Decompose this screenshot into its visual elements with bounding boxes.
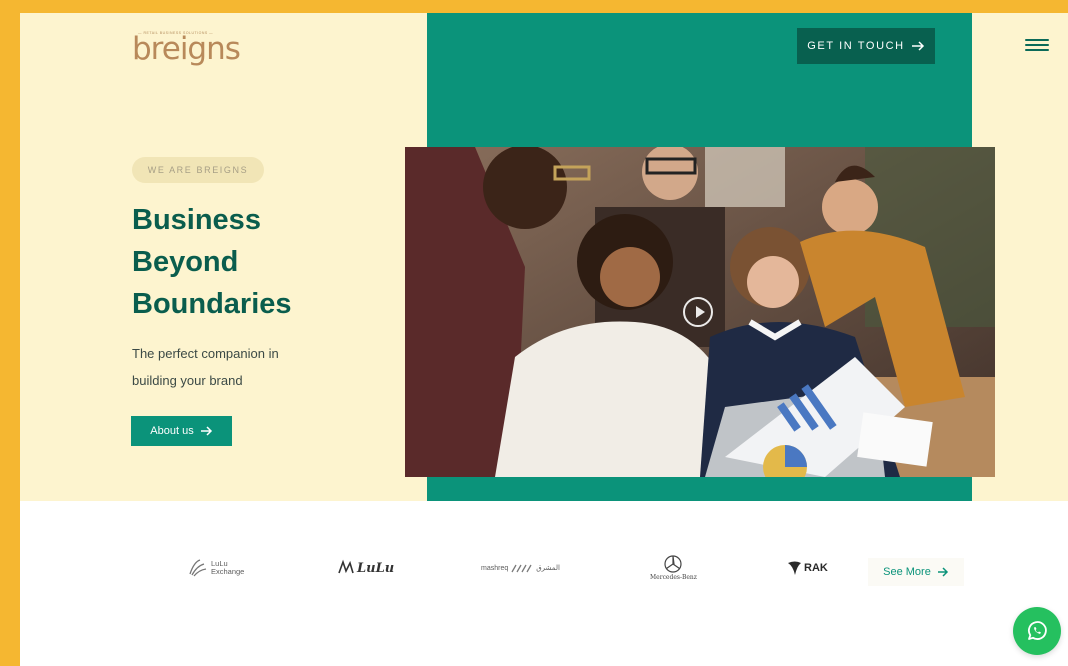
rak-logo-icon	[788, 561, 801, 575]
whatsapp-glyph-icon	[1028, 621, 1047, 640]
about-us-button[interactable]: About us	[131, 416, 232, 446]
see-more-label: See More	[883, 566, 931, 578]
get-in-touch-label: GET IN TOUCH	[807, 40, 905, 52]
lulu-logo-text: LuLu	[357, 560, 395, 576]
headline-line-1: Business	[132, 204, 261, 236]
headline-line-3: Boundaries	[132, 288, 292, 320]
mashreq-logo-text: mashreq	[481, 564, 509, 572]
rak-logo-text: RAK	[804, 562, 828, 574]
eyebrow-text: WE ARE BREIGNS	[147, 165, 249, 175]
arrow-right-icon	[200, 426, 212, 436]
get-in-touch-button[interactable]: GET IN TOUCH	[797, 28, 935, 64]
page: — RETAIL BUSINESS SOLUTIONS — breigns GE…	[20, 13, 1068, 666]
about-us-label: About us	[150, 425, 194, 437]
headline-line-2: Beyond	[132, 246, 239, 278]
arrow-right-icon	[911, 41, 924, 51]
partner-logo-lulu[interactable]: LuLu	[337, 548, 394, 588]
mashreq-logo-icon	[511, 564, 532, 573]
lulu-exchange-line2: Exchange	[211, 567, 245, 576]
hamburger-menu-icon[interactable]	[1025, 39, 1051, 53]
partner-logo-mashreq[interactable]: mashreq المشرق	[481, 548, 560, 588]
hero-section: — RETAIL BUSINESS SOLUTIONS — breigns GE…	[20, 13, 1068, 501]
partner-logo-lulu-exchange[interactable]: LuLu Exchange	[188, 548, 244, 588]
subtext-line-2: building your brand	[132, 373, 243, 388]
eyebrow-badge: WE ARE BREIGNS	[132, 157, 264, 183]
whatsapp-icon[interactable]	[1013, 607, 1061, 655]
partner-logo-mercedes-benz[interactable]: Mercedes-Benz	[650, 548, 697, 588]
arrow-right-icon	[937, 567, 948, 577]
see-more-button[interactable]: See More	[868, 558, 964, 586]
partner-logo-rak[interactable]: RAK	[787, 548, 828, 588]
subtext-line-1: The perfect companion in	[132, 346, 279, 361]
mercedes-logo-text: Mercedes-Benz	[650, 574, 697, 581]
hero-headline: Business Beyond Boundaries	[132, 199, 392, 325]
mercedes-star-icon	[664, 555, 683, 573]
lulu-exchange-logo-icon	[189, 559, 207, 577]
logo-wordmark: breigns	[132, 31, 241, 67]
lulu-logo-icon	[338, 559, 354, 574]
brand-logo[interactable]: — RETAIL BUSINESS SOLUTIONS — breigns	[132, 25, 241, 69]
hero-subtext: The perfect companion in building your b…	[132, 340, 332, 394]
mashreq-logo-arabic: المشرق	[536, 564, 560, 572]
play-icon[interactable]	[683, 297, 713, 327]
